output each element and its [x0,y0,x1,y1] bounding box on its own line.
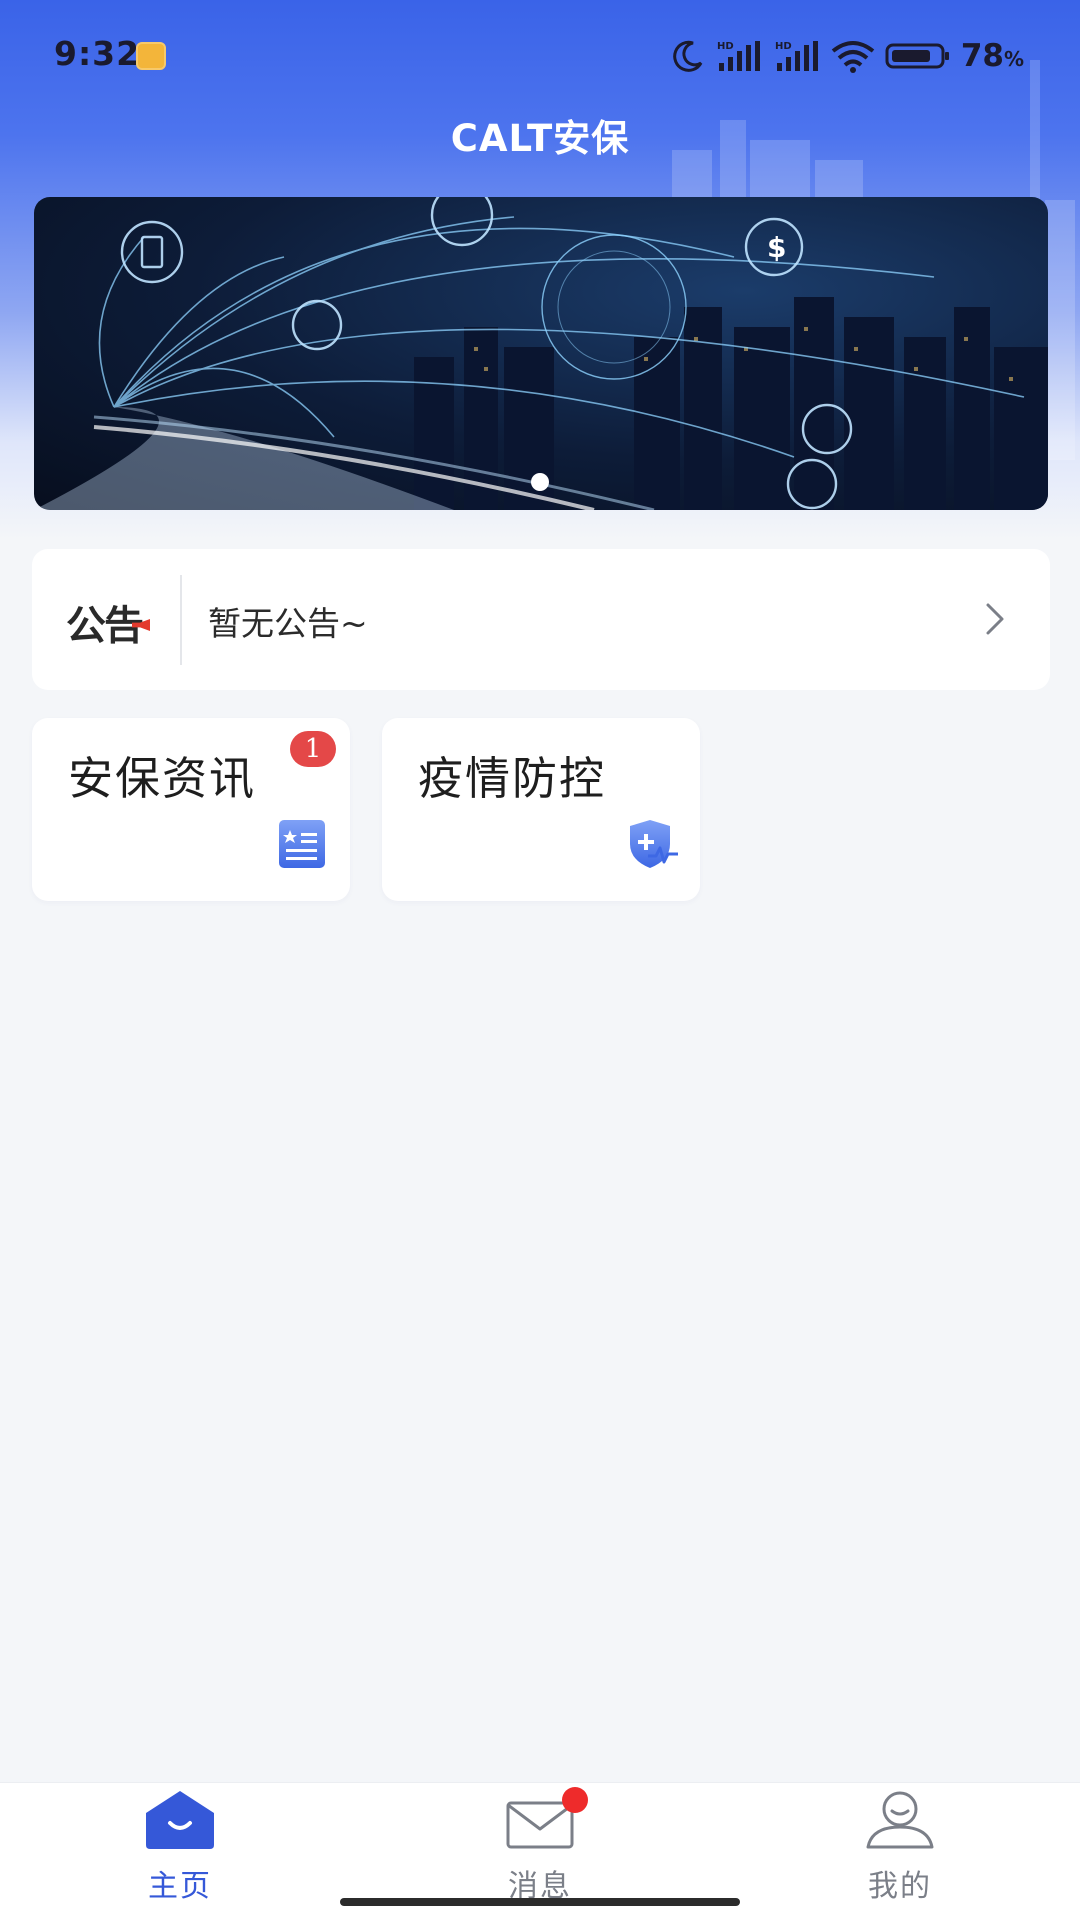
status-icons: HD HD 78% [671,34,1024,78]
page-title: CALT安保 [450,117,630,160]
home-indicator[interactable] [340,1898,740,1906]
signal-hd-icon: HD [717,41,760,71]
smart-city-network-banner: $ [34,197,1048,510]
nav-profile[interactable]: 我的 [800,1783,1000,1920]
home-icon [146,1791,214,1849]
medical-shield-icon [630,820,678,868]
svg-text:HD: HD [775,41,792,52]
notice-logo: 公告 [66,603,144,649]
notice-bar[interactable]: 公告 暂无公告~ [32,549,1050,690]
user-icon [866,1791,934,1849]
unread-badge: 1 [290,731,336,767]
status-bar: 9:32 HD HD 78% [0,0,1080,110]
card-epidemic-control[interactable]: 疫情防控 [382,718,700,901]
card-title: 安保资讯 [68,752,257,805]
unread-dot [562,1787,588,1813]
svg-text:HD: HD [717,41,734,52]
banner-carousel[interactable]: $ [34,197,1048,510]
card-security-news[interactable]: 安保资讯 1 [32,718,350,901]
signal-hd-icon: HD [775,41,818,71]
news-list-icon [279,820,325,868]
nav-home[interactable]: 主页 [80,1783,280,1920]
chevron-right-icon[interactable] [980,601,1010,637]
notice-text: 暂无公告~ [208,604,368,643]
carousel-indicator[interactable] [531,473,549,491]
svg-text:$: $ [767,231,786,264]
status-time: 9:32 [54,34,141,73]
moon-icon [673,40,703,72]
battery-percent: 78% [960,38,1024,74]
nav-label: 我的 [868,1869,932,1904]
nav-label: 主页 [148,1869,212,1904]
card-title: 疫情防控 [418,752,607,805]
wifi-icon [831,41,875,73]
battery-icon [885,43,949,69]
notification-app-icon [136,42,166,70]
notice-divider [180,575,182,665]
